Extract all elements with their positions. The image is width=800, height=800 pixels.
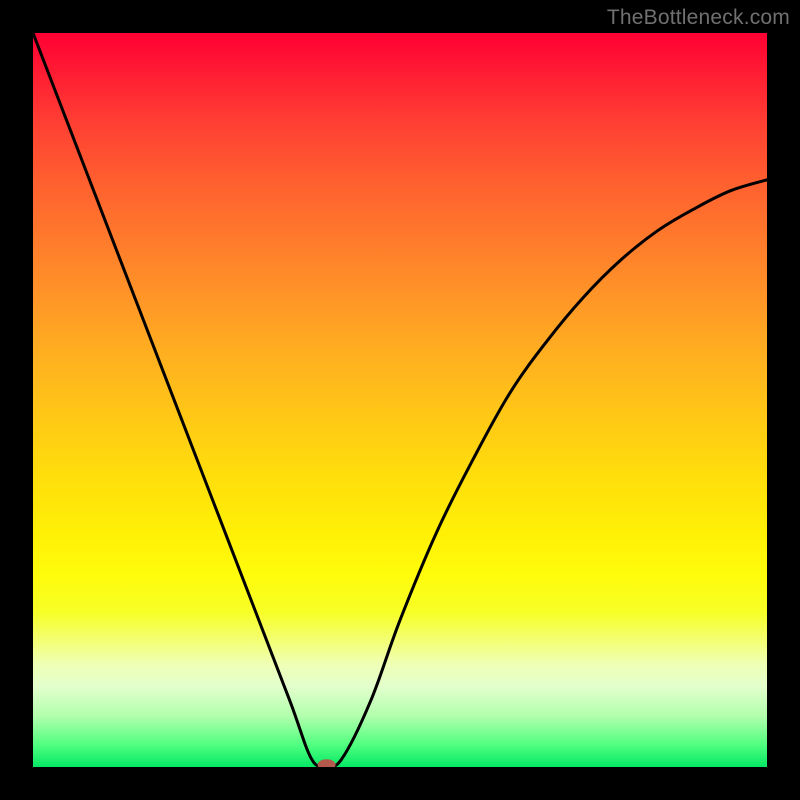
watermark-text: TheBottleneck.com <box>607 6 790 30</box>
chart-frame: TheBottleneck.com <box>0 0 800 800</box>
curve-layer <box>33 33 767 767</box>
plot-area <box>33 33 767 767</box>
bottleneck-curve <box>33 33 767 766</box>
minimum-marker <box>318 759 336 767</box>
